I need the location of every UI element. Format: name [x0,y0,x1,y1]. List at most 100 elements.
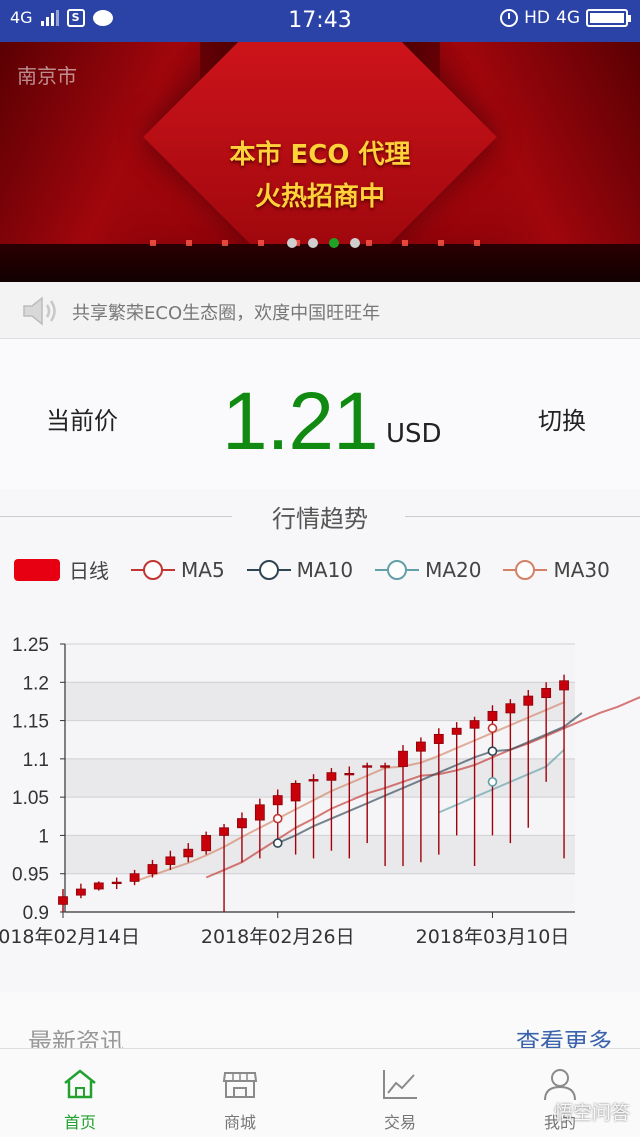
banner-dot[interactable] [350,238,360,248]
hd-label: HD [524,8,550,28]
candle-body [415,741,426,752]
battery-icon [586,9,631,27]
candle-body [487,710,498,721]
legend-item-ma5[interactable]: MA5 [131,558,225,582]
ma-point-marker [272,838,283,848]
legend-item-daily[interactable]: 日线 [14,555,109,584]
current-price-value: 1.21 [222,376,379,467]
notice-text: 共享繁荣ECO生态圈，欢度中国旺旺年 [72,303,381,324]
candle-body [111,881,122,885]
candle-body [75,888,86,896]
candle-body [541,688,552,699]
network-right-label: 4G [556,8,580,28]
watermark-text: 悟空问答 [553,1102,630,1124]
chart-band [65,797,575,836]
legend-line-marker [246,559,291,581]
ma-point-marker [487,723,498,734]
tab-store[interactable]: 商城 [160,1049,320,1137]
legend-item-ma10[interactable]: MA10 [246,557,354,582]
candle-body [58,896,68,905]
banner-dot[interactable] [287,238,297,248]
speaker-icon [23,296,56,326]
y-tick-label: 1.2 [23,673,49,694]
banner-stage-floor [0,244,640,282]
promo-banner[interactable]: 南京市 本市 ECO 代理 火热招商中 [0,42,640,282]
legend-item-ma20[interactable]: MA20 [375,558,481,582]
alarm-icon [500,9,519,27]
y-tick-label: 1.25 [12,635,49,656]
tab-label: 首页 [63,1113,96,1132]
candle-body [523,695,534,706]
candle-body [380,765,391,768]
candle-body [326,772,337,781]
y-tick-label: 1.15 [12,712,49,733]
profile-icon [544,1069,576,1101]
legend-swatch [14,558,60,581]
store-icon [222,1072,258,1098]
trend-divider-right [405,516,640,517]
candle-body [147,864,158,875]
candle-body [398,750,408,767]
banner-headline-1: 本市 ECO 代理 [229,140,411,170]
candle-body [219,827,229,836]
home-icon [64,1069,96,1099]
y-tick-label: 1.05 [12,788,49,809]
legend-line-marker [503,559,548,581]
bottom-tab-bar: 首页 商城 交易 我的 [0,1048,640,1137]
legend-line-marker [375,559,420,581]
current-price-label: 当前价 [46,407,118,435]
y-tick-label: 1 [38,826,49,847]
chart-band [65,644,575,683]
candle-body [451,727,462,735]
y-tick-label: 0.95 [12,865,49,886]
status-right: HD 4G [500,8,631,28]
chart-legend: 日线 MA5 MA10 MA20 MA30 [14,555,610,584]
candle-body [272,795,283,806]
ma-point-marker [272,813,283,824]
legend-label: MA5 [181,557,225,582]
ma-point-marker [487,746,498,756]
news-header: 最新资讯 查看更多 [0,992,640,1056]
legend-label: 日线 [69,559,109,583]
banner-dot-active[interactable] [329,238,339,248]
legend-label: MA10 [296,557,354,582]
tab-trade[interactable]: 交易 [320,1049,480,1137]
banner-city-label: 南京市 [17,64,77,88]
candle-body [433,733,444,744]
switch-currency-button[interactable]: 切换 [538,401,586,436]
ma-point-marker [487,777,498,787]
legend-line-marker [131,559,175,581]
x-tick-label: 2018年03月10日 [416,926,570,948]
banner-headline-2: 火热招商中 [254,182,385,212]
chart-band [65,835,575,874]
tab-label: 商城 [223,1113,256,1132]
candle-body [237,818,247,829]
candle-body [254,804,265,821]
candle-body [344,773,355,776]
candle-body [290,782,301,802]
trend-section: 行情趋势 日线 MA5 MA10 MA20 MA30 1.25 1.2 1.15 1.… [0,489,640,992]
y-tick-label: 1.1 [23,750,49,771]
price-unit: USD [386,419,442,449]
y-tick-label: 0.9 [23,903,49,924]
candle-body [308,779,319,782]
legend-label: MA20 [425,557,482,582]
trade-chart-icon [383,1070,417,1099]
candlestick-chart[interactable]: 1.25 1.2 1.15 1.1 1.05 1 0.95 0.92018年02月14日 201… [0,629,640,969]
candle-body [559,680,569,691]
banner-page-indicator[interactable] [287,238,360,248]
candle-body [201,835,212,852]
legend-item-ma30[interactable]: MA30 [503,558,610,582]
x-tick-label: 2018年02月26日 [201,926,355,948]
notice-bar[interactable]: 共享繁荣ECO生态圈，欢度中国旺旺年 [0,282,640,339]
status-bar: 4G S 17:43 HD 4G [0,0,640,42]
candle-body [362,765,373,768]
candle-body [93,882,104,890]
candle-body [165,856,176,865]
tab-label: 交易 [383,1113,416,1132]
candle-body [469,720,480,729]
tab-home[interactable]: 首页 [0,1049,160,1137]
chart-band [65,758,575,798]
x-tick-label: 2018年02月14日 [0,926,140,948]
banner-dot[interactable] [308,238,318,248]
